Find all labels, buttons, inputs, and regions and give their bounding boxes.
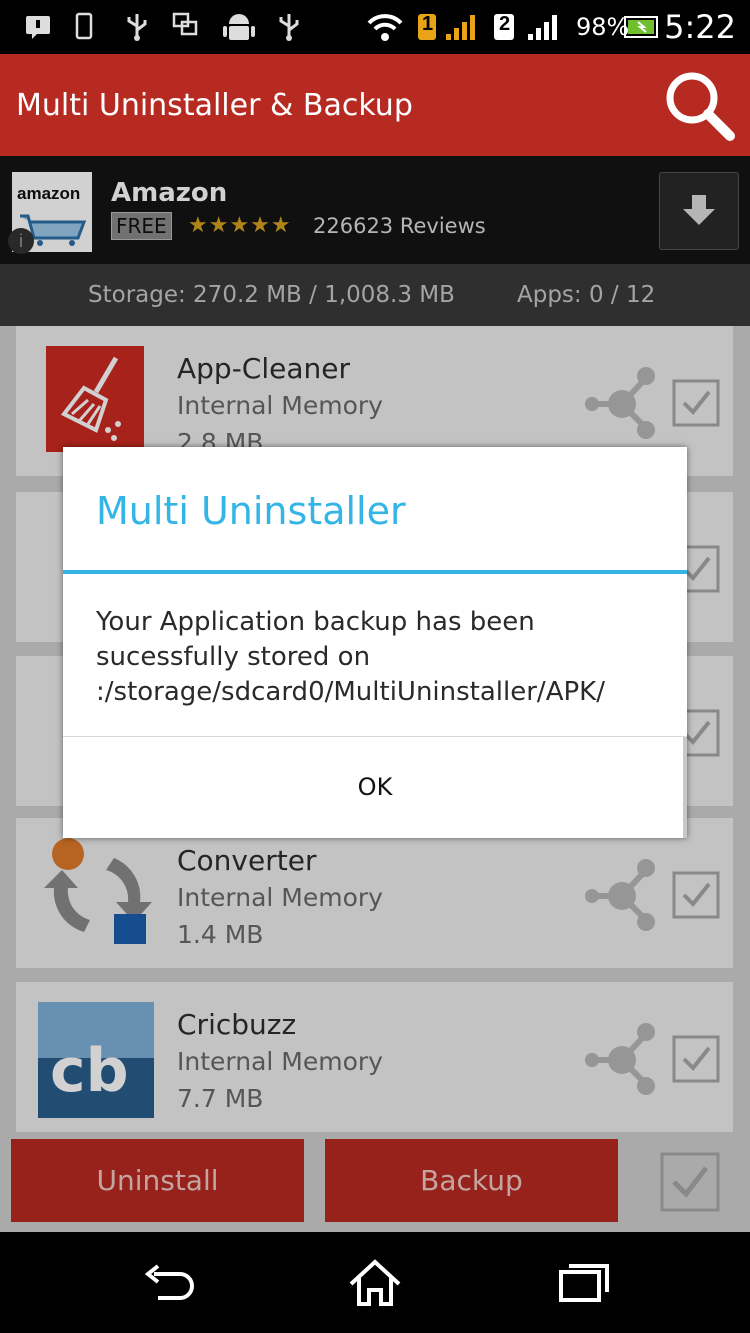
phone-icon bbox=[75, 12, 93, 40]
battery-icon bbox=[624, 16, 658, 38]
ok-button[interactable]: OK bbox=[63, 737, 687, 838]
home-icon[interactable] bbox=[345, 1258, 405, 1308]
dialog-scrollbar bbox=[683, 737, 687, 838]
search-button[interactable] bbox=[662, 68, 738, 144]
screen-icon bbox=[172, 12, 198, 36]
back-icon[interactable] bbox=[140, 1258, 200, 1308]
dialog-message: Your Application backup has been sucessf… bbox=[96, 607, 605, 707]
search-icon bbox=[666, 72, 735, 141]
action-bar: Multi Uninstaller & Backup bbox=[0, 54, 750, 156]
android-icon bbox=[223, 14, 255, 40]
app-title: Multi Uninstaller & Backup bbox=[16, 88, 413, 123]
wifi-icon bbox=[367, 14, 403, 41]
dialog-title: Multi Uninstaller bbox=[96, 489, 406, 533]
navigation-bar bbox=[0, 1232, 750, 1333]
usb-debug-icon bbox=[279, 14, 299, 41]
sim1-label: 1 bbox=[422, 13, 434, 35]
backup-success-dialog: Multi Uninstaller Your Application backu… bbox=[63, 447, 687, 838]
dialog-title-divider bbox=[63, 570, 687, 574]
message-icon bbox=[26, 16, 50, 39]
sim2-label: 2 bbox=[499, 13, 511, 35]
recent-apps-icon[interactable] bbox=[553, 1258, 613, 1308]
usb-icon bbox=[127, 14, 147, 41]
clock: 5:22 bbox=[664, 8, 736, 46]
battery-percent: 98% bbox=[576, 13, 630, 41]
status-bar: 1 2 98% 5:22 bbox=[0, 0, 750, 54]
